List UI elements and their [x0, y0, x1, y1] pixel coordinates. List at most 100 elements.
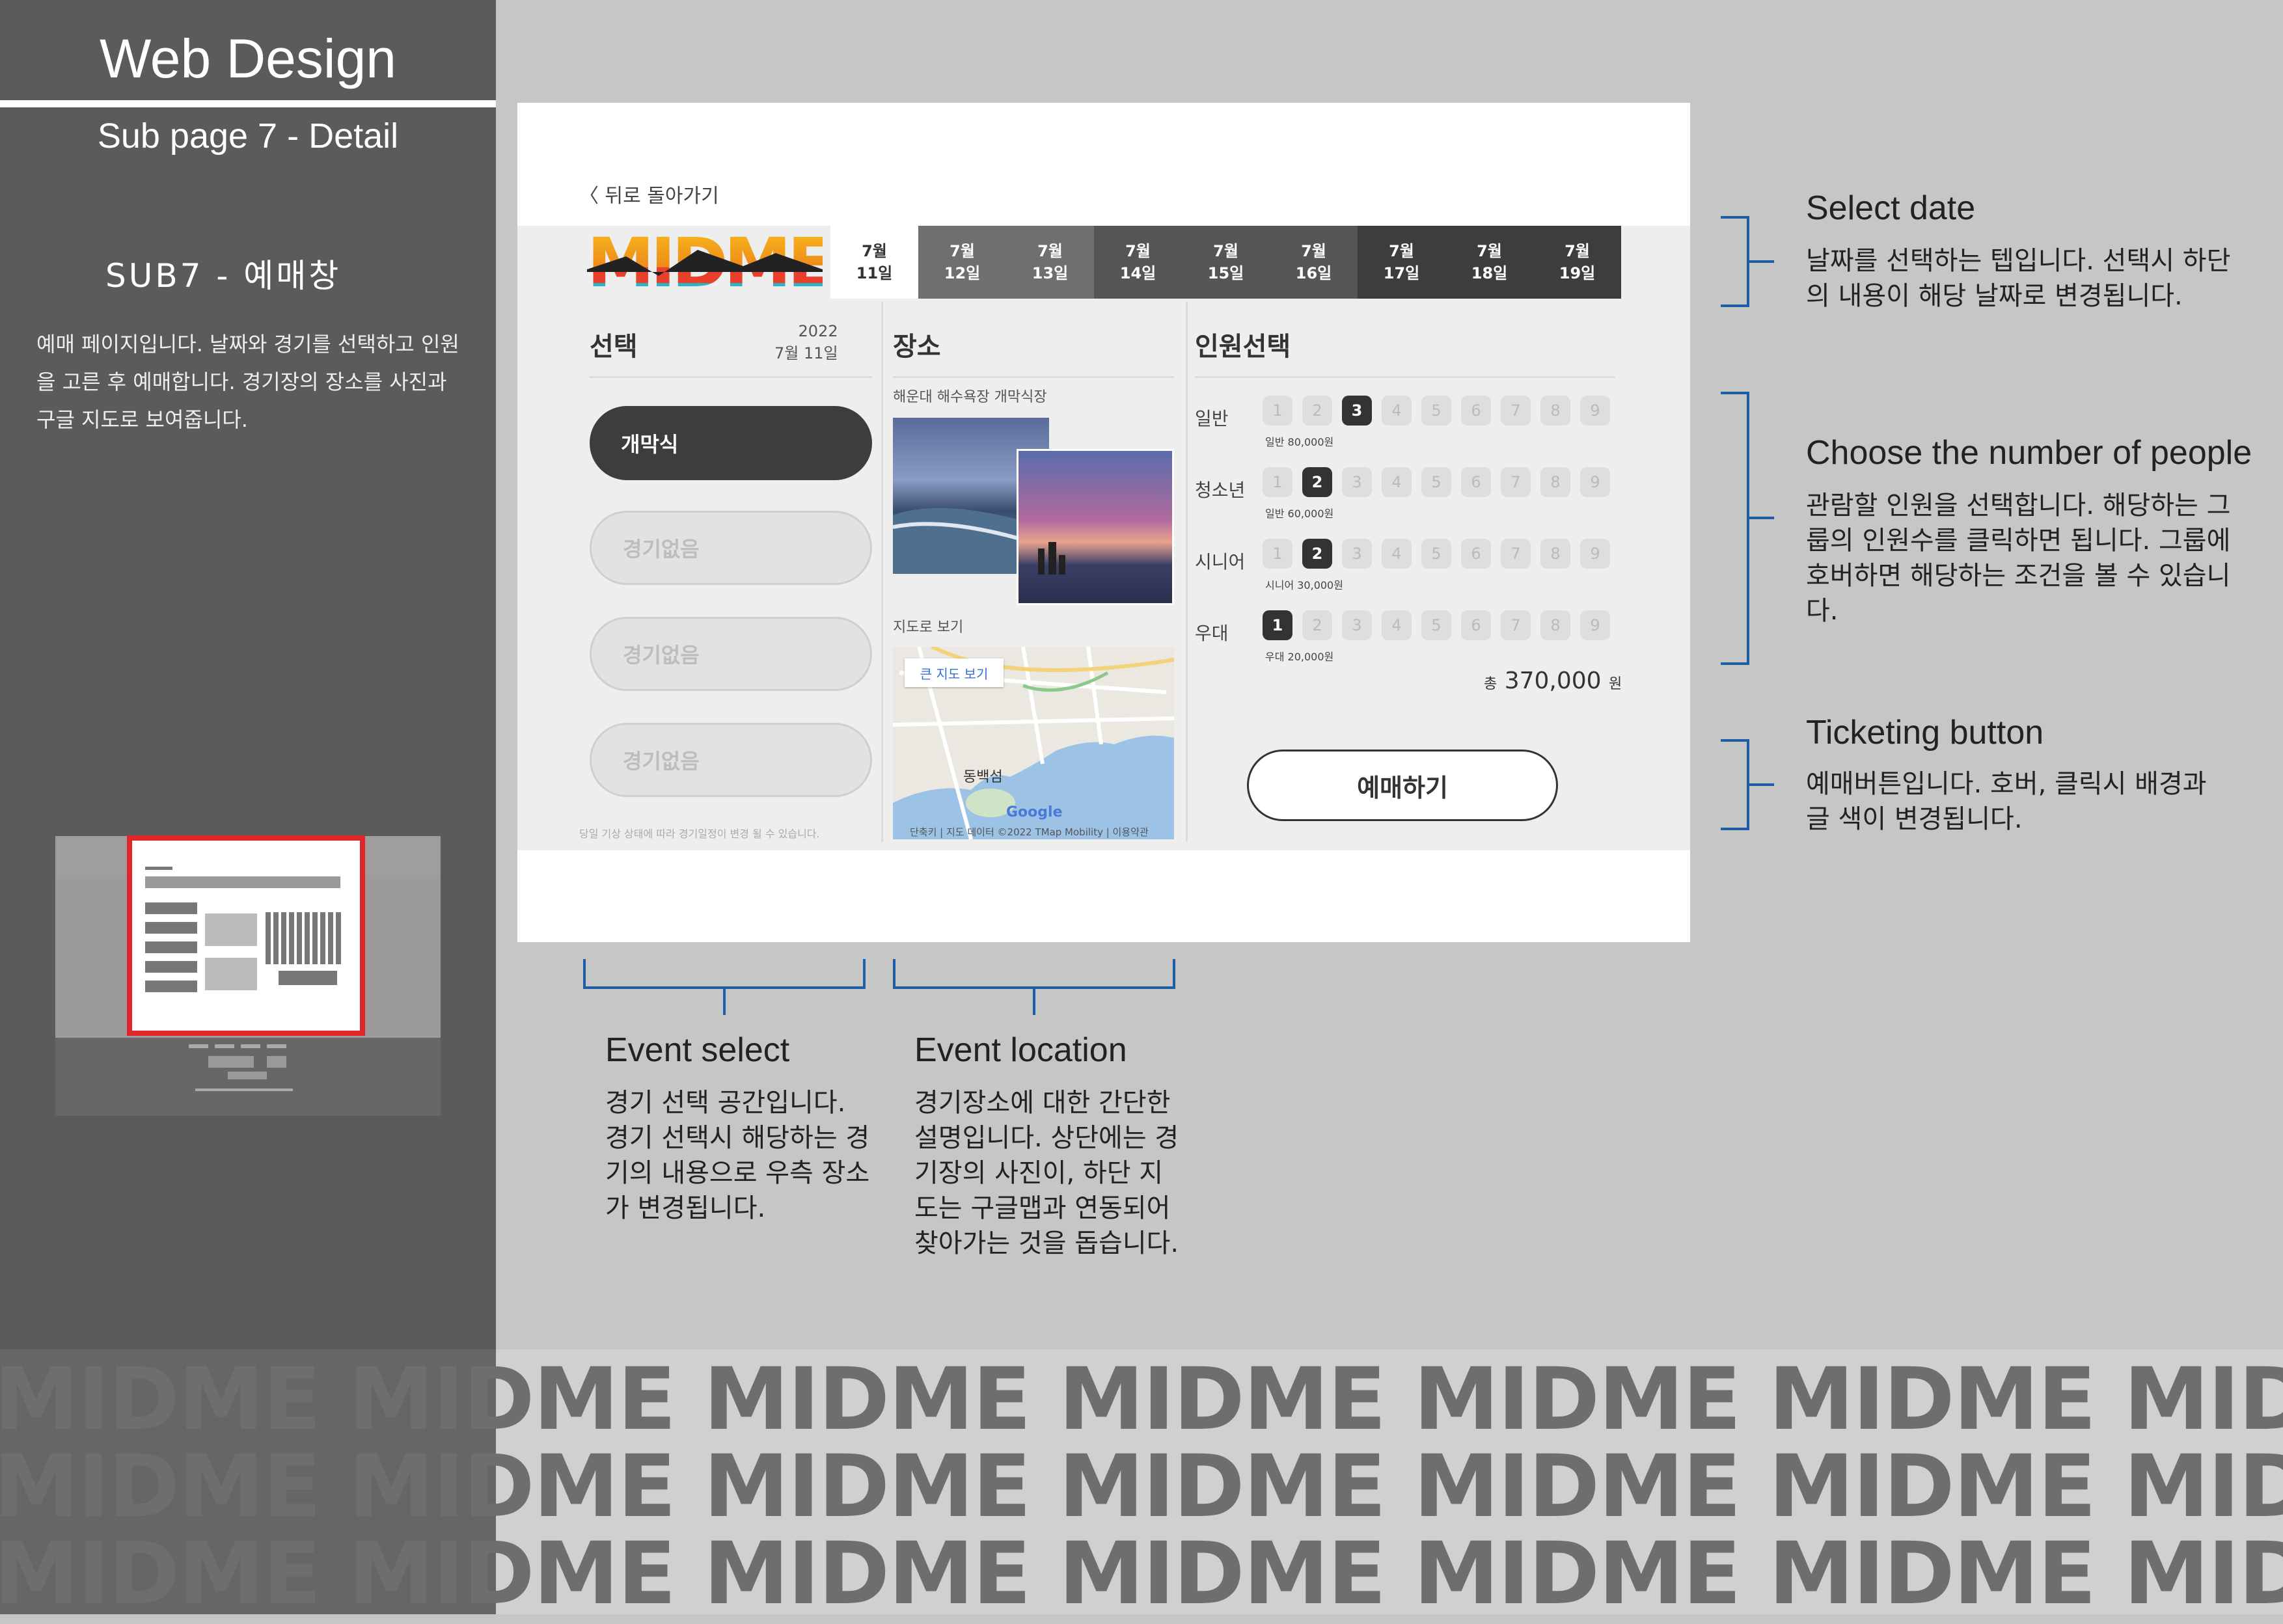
- people-row-price: 일반 60,000원: [1265, 508, 1334, 520]
- people-heading: 인원선택: [1195, 332, 1291, 362]
- people-count-button[interactable]: 6: [1461, 396, 1491, 426]
- people-count-button[interactable]: 5: [1421, 396, 1451, 426]
- divider: [1195, 376, 1615, 378]
- date-tab[interactable]: 7월 13일: [1006, 226, 1094, 299]
- people-count-button[interactable]: 3: [1342, 467, 1372, 497]
- date-tab-day: 17일: [1383, 264, 1420, 282]
- people-count-button[interactable]: 7: [1501, 467, 1531, 497]
- sidebar-divider: [0, 100, 496, 107]
- event-button-empty[interactable]: 경기없음: [590, 511, 872, 585]
- date-tab-month: 7월: [1565, 242, 1590, 260]
- event-button-empty[interactable]: 경기없음: [590, 617, 872, 691]
- date-tab[interactable]: 7월 15일: [1182, 226, 1270, 299]
- date-tab[interactable]: 7월 12일: [918, 226, 1006, 299]
- date-tab-month: 7월: [1125, 242, 1151, 260]
- people-row-price: 시니어 30,000원: [1265, 579, 1343, 591]
- date-tab-day: 18일: [1471, 264, 1508, 282]
- map-place-label: 동백섬: [963, 769, 1003, 785]
- annotation-brackets: [1721, 216, 1774, 830]
- people-count-button[interactable]: 1: [1263, 539, 1292, 569]
- date-tab-day: 16일: [1295, 264, 1332, 282]
- total-prefix: 총: [1484, 676, 1497, 692]
- sidebar-title: Web Design: [99, 28, 396, 89]
- total-price: 총 370,000 원: [1484, 668, 1622, 694]
- annotation-title: Ticketing button: [1806, 714, 2044, 751]
- people-count-button[interactable]: 2: [1302, 396, 1332, 426]
- people-count-button[interactable]: 1: [1263, 610, 1292, 640]
- section-description: 예매 페이지입니다. 날짜와 경기를 선택하고 인원을 고른 후 예매합니다. …: [36, 332, 459, 432]
- total-amount: 370,000: [1504, 668, 1602, 694]
- date-tab-month: 7월: [862, 242, 887, 260]
- people-count-button[interactable]: 4: [1382, 396, 1412, 426]
- people-count-button[interactable]: 9: [1580, 610, 1610, 640]
- people-count-button[interactable]: 1: [1263, 467, 1292, 497]
- date-tab[interactable]: 7월 19일: [1533, 226, 1621, 299]
- thumbnail-highlight: [127, 835, 365, 1036]
- people-count-button[interactable]: 8: [1540, 467, 1570, 497]
- people-count-button[interactable]: 2: [1302, 467, 1332, 497]
- people-count-button[interactable]: 7: [1501, 610, 1531, 640]
- people-row-label: 일반: [1195, 408, 1229, 429]
- people-count-button[interactable]: 8: [1540, 610, 1570, 640]
- people-count-button[interactable]: 6: [1461, 539, 1491, 569]
- schedule-note: 당일 기상 상태에 따라 경기일정이 변경 될 수 있습니다.: [579, 828, 820, 840]
- watermark-text: MIDME MIDME MIDME MIDME MIDME MIDME MIDM…: [0, 1524, 2283, 1624]
- date-tab[interactable]: 7월 11일: [830, 226, 918, 299]
- divider: [893, 376, 1174, 378]
- event-button-opening[interactable]: 개막식: [590, 406, 872, 480]
- date-tab-month: 7월: [1213, 242, 1238, 260]
- people-count-button[interactable]: 4: [1382, 539, 1412, 569]
- date-tab[interactable]: 7월 17일: [1358, 226, 1445, 299]
- date-tab[interactable]: 7월 16일: [1270, 226, 1358, 299]
- back-link[interactable]: 〈 뒤로 돌아가기: [579, 180, 719, 208]
- people-count-button[interactable]: 5: [1421, 539, 1451, 569]
- select-date: 2022 7월 11일: [774, 320, 838, 364]
- people-count-button[interactable]: 4: [1382, 467, 1412, 497]
- date-tab-day: 15일: [1207, 264, 1244, 282]
- midme-logo: MIDME: [587, 223, 834, 303]
- annotation-text: 예매버튼입니다. 호버, 클릭시 배경과 글 색이 변경됩니다.: [1806, 769, 2207, 834]
- people-count-button[interactable]: 2: [1302, 610, 1332, 640]
- people-count-button[interactable]: 9: [1580, 467, 1610, 497]
- people-count-button[interactable]: 3: [1342, 539, 1372, 569]
- date-tab[interactable]: 7월 14일: [1094, 226, 1182, 299]
- annotation-text: 관람할 인원을 선택합니다. 해당하는 그룹의 인원수를 클릭하면 됩니다. 그…: [1806, 491, 2231, 626]
- total-unit: 원: [1609, 676, 1622, 692]
- people-count-button[interactable]: 2: [1302, 539, 1332, 569]
- date-tab-day: 19일: [1559, 264, 1596, 282]
- annotation-brackets-bottom: [583, 959, 1175, 1015]
- date-tab-month: 7월: [1389, 242, 1414, 260]
- people-count-button[interactable]: 5: [1421, 467, 1451, 497]
- people-row-price: 우대 20,000원: [1265, 651, 1334, 663]
- ticketing-button[interactable]: 예매하기: [1247, 750, 1558, 821]
- people-count-button[interactable]: 1: [1263, 396, 1292, 426]
- divider: [1186, 302, 1188, 842]
- people-count-button[interactable]: 9: [1580, 396, 1610, 426]
- annotation-text: 날짜를 선택하는 텝입니다. 선택시 하단의 내용이 해당 날짜로 변경됩니다.: [1806, 246, 2231, 311]
- section-title: SUB7 - 예매창: [105, 257, 342, 295]
- people-count-button[interactable]: 8: [1540, 539, 1570, 569]
- people-count-button[interactable]: 5: [1421, 610, 1451, 640]
- event-button-empty[interactable]: 경기없음: [590, 723, 872, 797]
- people-count-button[interactable]: 3: [1342, 610, 1372, 640]
- annotation-title: Event select: [605, 1031, 790, 1069]
- people-count-button[interactable]: 9: [1580, 539, 1610, 569]
- people-row-label: 시니어: [1195, 551, 1246, 573]
- people-count-button[interactable]: 7: [1501, 539, 1531, 569]
- google-logo: Google: [1006, 804, 1063, 820]
- map-attribution[interactable]: 단축키 | 지도 데이터 ©2022 TMap Mobility | 이용약관: [910, 825, 1149, 839]
- big-map-button[interactable]: 큰 지도 보기: [905, 658, 1004, 687]
- watermark-text: MIDME MIDME MIDME MIDME MIDME MIDME MIDM…: [0, 1437, 2283, 1537]
- select-heading: 선택: [590, 332, 638, 362]
- people-count-button[interactable]: 6: [1461, 467, 1491, 497]
- annotation-text: 경기 선택 공간입니다. 경기 선택시 해당하는 경기의 내용으로 우측 장소가…: [605, 1088, 870, 1223]
- date-tab[interactable]: 7월 18일: [1445, 226, 1533, 299]
- date-tab-day: 13일: [1032, 264, 1069, 282]
- people-count-button[interactable]: 4: [1382, 610, 1412, 640]
- people-count-button[interactable]: 6: [1461, 610, 1491, 640]
- people-count-button[interactable]: 8: [1540, 396, 1570, 426]
- location-heading: 장소: [893, 332, 941, 362]
- people-count-button[interactable]: 7: [1501, 396, 1531, 426]
- annotation-title: Select date: [1806, 189, 1976, 227]
- people-count-button[interactable]: 3: [1342, 396, 1372, 426]
